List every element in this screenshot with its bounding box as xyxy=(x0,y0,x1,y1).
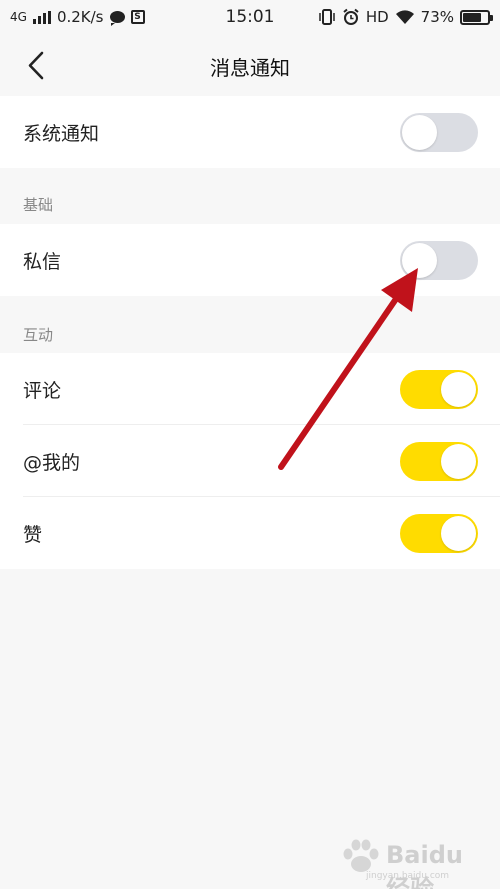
alarm-icon xyxy=(343,8,359,25)
page-title: 消息通知 xyxy=(210,56,290,80)
toggle-knob xyxy=(402,242,437,278)
watermark-url: jingyan.baidu.com xyxy=(366,871,450,881)
private-message-label: 私信 xyxy=(23,250,62,273)
toggle-knob xyxy=(441,371,476,407)
system-notify-label: 系统通知 xyxy=(23,122,100,145)
private-message-toggle[interactable] xyxy=(400,240,478,280)
toggle-knob xyxy=(402,114,437,150)
watermark-text: Baidu经验 xyxy=(386,841,463,889)
hd-indicator: HD xyxy=(365,8,389,26)
navigation-bar: 消息通知 xyxy=(0,34,500,96)
mention-row: @我的 xyxy=(0,425,500,497)
battery-icon xyxy=(460,9,493,25)
mention-toggle[interactable] xyxy=(400,441,478,481)
status-bar: 4G 0.2K/s S 15:01 HD 73% xyxy=(0,0,500,34)
section-header-interaction: 互动 xyxy=(23,326,54,344)
toggle-knob xyxy=(441,443,476,479)
battery-percent: 73% xyxy=(420,8,454,26)
system-notify-toggle[interactable] xyxy=(400,112,478,152)
comment-toggle[interactable] xyxy=(400,369,478,409)
mention-label: @我的 xyxy=(23,451,81,474)
private-message-row: 私信 xyxy=(0,224,500,296)
vibrate-icon xyxy=(319,9,335,25)
baidu-watermark: Baidu经验 jingyan.baidu.com xyxy=(336,837,486,889)
section-header-basic: 基础 xyxy=(23,196,54,214)
like-label: 赞 xyxy=(23,523,43,546)
comment-row: 评论 xyxy=(0,353,500,425)
system-notify-row: 系统通知 xyxy=(0,96,500,168)
toggle-knob xyxy=(441,515,476,551)
like-row: 赞 xyxy=(0,497,500,569)
comment-label: 评论 xyxy=(23,379,62,402)
like-toggle[interactable] xyxy=(400,513,478,553)
wifi-icon xyxy=(395,10,414,24)
